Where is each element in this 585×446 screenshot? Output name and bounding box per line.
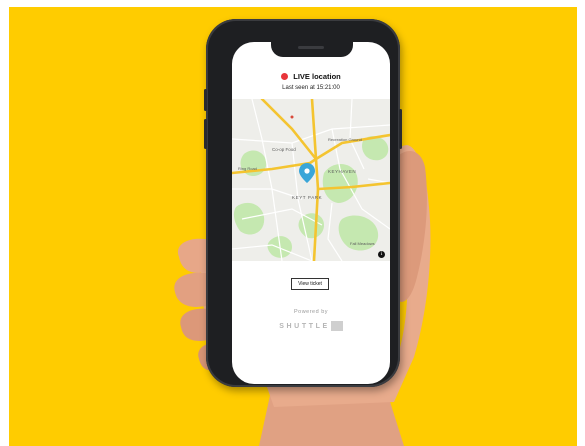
map-label-fall: Fall Meadows: [350, 241, 375, 246]
phone-power-button: [399, 109, 402, 149]
phone-frame: LIVE location Last seen at 15:21:00 Co-o…: [204, 19, 402, 387]
map-label-fields: Recreation Ground: [328, 137, 362, 142]
last-seen-text: Last seen at 15:21:00: [282, 85, 340, 91]
map-label-park: KEYT PARK: [292, 195, 323, 200]
map-label-area-right: KEYHAVEN: [328, 169, 357, 174]
live-map[interactable]: Co-op Food Ring Road KEYT PARK KEYHAVEN …: [232, 99, 390, 261]
map-label-coop: Co-op Food: [272, 147, 296, 152]
map-label-ring-road: Ring Road: [238, 166, 257, 171]
red-dot-icon: [281, 72, 289, 80]
yellow-background: LIVE location Last seen at 15:21:00 Co-o…: [9, 7, 577, 446]
map-poi-marker: [290, 115, 294, 119]
map-canvas[interactable]: [232, 99, 390, 261]
phone-volume-button: [204, 119, 207, 149]
live-location-title: LIVE location: [293, 71, 341, 81]
live-location-header: LIVE location: [232, 69, 390, 83]
phone-notch: [271, 42, 353, 57]
map-info-icon[interactable]: i: [378, 251, 385, 258]
speaker-grille: [298, 46, 324, 49]
brand-wordmark: SHUTTLE: [279, 322, 330, 330]
brand-logo: SHUTTLE: [232, 320, 390, 332]
brand-square-icon: [330, 321, 343, 331]
view-ticket-button[interactable]: View ticket: [291, 278, 329, 290]
phone-side-button: [204, 89, 207, 111]
powered-by-text: Powered by: [293, 309, 329, 315]
phone-screen: LIVE location Last seen at 15:21:00 Co-o…: [232, 42, 390, 384]
